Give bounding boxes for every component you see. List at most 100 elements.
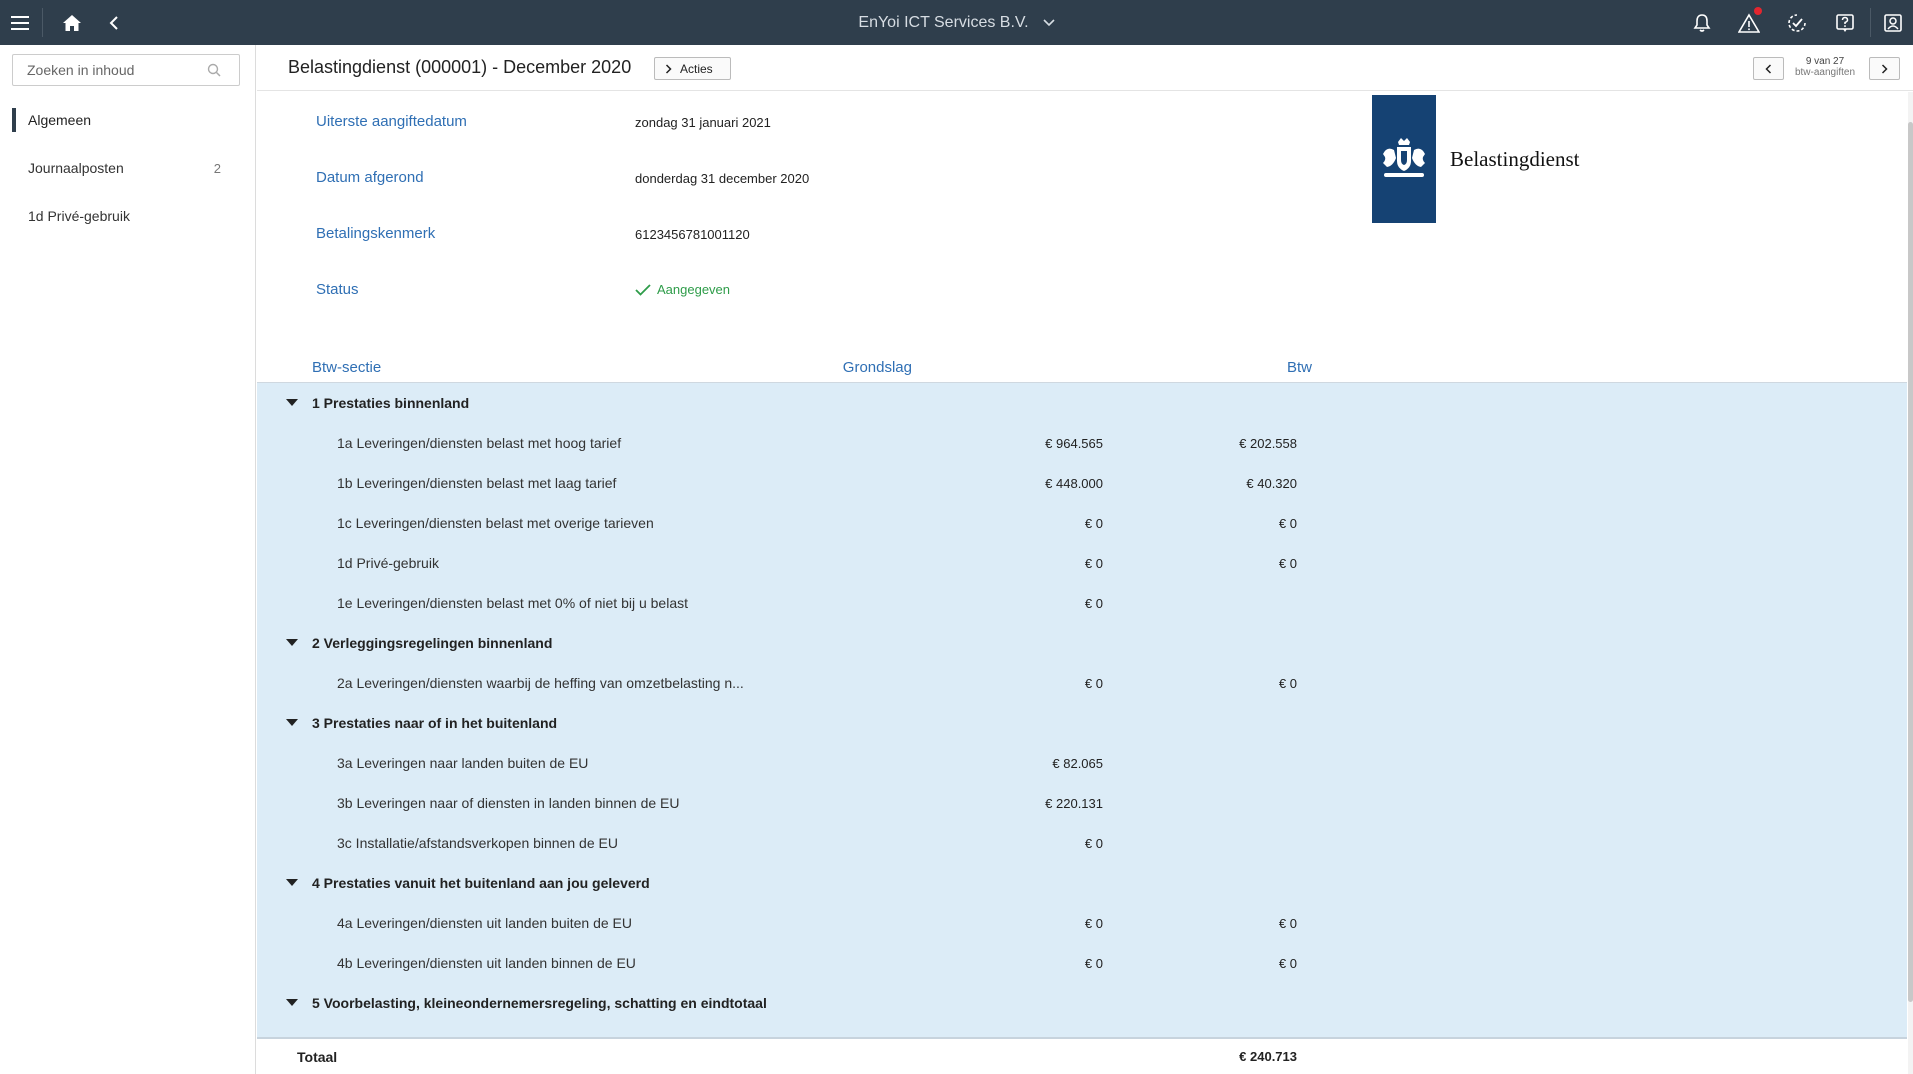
row-grondslag: € 0	[1084, 915, 1103, 931]
chevron-right-icon	[1881, 63, 1888, 74]
row-btw: € 0	[1278, 675, 1297, 691]
search-icon[interactable]	[207, 63, 221, 80]
section-row[interactable]: 2 Verleggingsregelingen binnenland	[257, 623, 1907, 663]
row-grondslag: € 0	[1084, 595, 1103, 611]
section-title: 3 Prestaties naar of in het buitenland	[312, 715, 558, 731]
sidebar-item-label: Algemeen	[28, 112, 92, 128]
checkmark-icon	[635, 283, 651, 296]
sidebar-item-label: Journaalposten	[28, 160, 124, 176]
row-label: 1d Privé-gebruik	[337, 555, 439, 571]
scrollbar-thumb[interactable]	[1908, 122, 1913, 1002]
pager-type: btw-aangiften	[1794, 67, 1856, 78]
total-label: Totaal	[297, 1048, 338, 1065]
table-row[interactable]: 1a Leveringen/diensten belast met hoog t…	[257, 423, 1907, 463]
table-row[interactable]: 2a Leveringen/diensten waarbij de heffin…	[257, 663, 1907, 703]
row-grondslag: € 0	[1084, 675, 1103, 691]
field-label-completed: Datum afgerond	[316, 169, 424, 186]
section-row[interactable]: 1 Prestaties binnenland	[257, 383, 1907, 423]
row-grondslag: € 220.131	[1045, 795, 1103, 811]
section-title: 1 Prestaties binnenland	[312, 395, 470, 411]
total-btw: € 240.713	[1239, 1049, 1297, 1064]
section-row[interactable]: 4 Prestaties vanuit het buitenland aan j…	[257, 863, 1907, 903]
coat-of-arms-icon	[1372, 95, 1436, 223]
caret-down-icon[interactable]	[286, 719, 298, 726]
row-grondslag: € 82.065	[1052, 755, 1103, 771]
field-label-deadline: Uiterste aangiftedatum	[316, 113, 467, 130]
row-grondslag: € 0	[1084, 955, 1103, 971]
row-btw: € 0	[1278, 915, 1297, 931]
total-row: Totaal € 240.713	[257, 1039, 1907, 1074]
pager-status: 9 van 27 btw-aangiften	[1785, 56, 1865, 78]
row-label: 1e Leveringen/diensten belast met 0% of …	[337, 595, 689, 611]
row-label: 4b Leveringen/diensten uit landen binnen…	[337, 955, 636, 971]
sidebar-item-algemeen[interactable]: Algemeen	[0, 100, 255, 140]
company-name: EnYoi ICT Services B.V.	[858, 13, 1029, 31]
row-label: 2a Leveringen/diensten waarbij de heffin…	[337, 675, 744, 691]
sidebar: Algemeen Journaalposten 2 1d Privé-gebru…	[0, 45, 256, 1074]
notification-dot	[1754, 7, 1762, 15]
sidebar-item-journaalposten[interactable]: Journaalposten 2	[0, 148, 255, 188]
search-input[interactable]	[27, 62, 197, 78]
row-grondslag: € 964.565	[1045, 435, 1103, 451]
field-value-deadline: zondag 31 januari 2021	[635, 115, 771, 130]
row-label: 1c Leveringen/diensten belast met overig…	[337, 515, 654, 531]
row-label: 3b Leveringen naar of diensten in landen…	[337, 795, 680, 811]
acties-button[interactable]: Acties	[654, 57, 731, 80]
caret-down-icon[interactable]	[286, 399, 298, 406]
section-title: 4 Prestaties vanuit het buitenland aan j…	[312, 875, 650, 891]
sidebar-item-label: 1d Privé-gebruik	[28, 208, 130, 224]
acties-label: Acties	[680, 61, 713, 76]
logo-text: Belastingdienst	[1450, 146, 1580, 171]
top-bar: EnYoi ICT Services B.V.	[0, 0, 1913, 45]
caret-down-icon[interactable]	[286, 999, 298, 1006]
row-btw: € 202.558	[1239, 435, 1297, 451]
chevron-left-icon	[1765, 63, 1772, 74]
sidebar-item-prive-gebruik[interactable]: 1d Privé-gebruik	[0, 196, 255, 236]
table-row[interactable]: 4b Leveringen/diensten uit landen binnen…	[257, 943, 1907, 983]
menu-icon[interactable]	[0, 0, 40, 45]
row-label: 4a Leveringen/diensten uit landen buiten…	[337, 915, 632, 931]
topbar-divider	[42, 8, 43, 37]
row-label: 3c Installatie/afstandsverkopen binnen d…	[337, 835, 618, 851]
table-row[interactable]: 4a Leveringen/diensten uit landen buiten…	[257, 903, 1907, 943]
help-icon[interactable]	[1828, 0, 1862, 45]
warning-icon[interactable]	[1732, 0, 1766, 45]
section-row[interactable]: 3 Prestaties naar of in het buitenland	[257, 703, 1907, 743]
row-grondslag: € 448.000	[1045, 475, 1103, 491]
table-row[interactable]: 1b Leveringen/diensten belast met laag t…	[257, 463, 1907, 503]
page-header: Belastingdienst (000001) - December 2020…	[257, 45, 1913, 91]
user-icon[interactable]	[1874, 0, 1912, 45]
row-label: 3a Leveringen naar landen buiten de EU	[337, 755, 589, 771]
status-value: Aangegeven	[635, 282, 730, 297]
company-switcher-area: EnYoi ICT Services B.V.	[0, 0, 1913, 45]
column-header-btw-sectie[interactable]: Btw-sectie	[312, 359, 381, 376]
row-grondslag: € 0	[1084, 555, 1103, 571]
back-icon[interactable]	[98, 0, 130, 45]
scrollbar[interactable]	[1908, 92, 1913, 1074]
search-box	[12, 54, 240, 86]
belastingdienst-logo: Belastingdienst	[1372, 95, 1580, 223]
column-header-btw[interactable]: Btw	[877, 359, 1312, 376]
caret-down-icon[interactable]	[286, 639, 298, 646]
row-btw: € 0	[1278, 515, 1297, 531]
table-row[interactable]: 3a Leveringen naar landen buiten de EU €…	[257, 743, 1907, 783]
company-switcher[interactable]: EnYoi ICT Services B.V.	[858, 13, 1055, 32]
table-row[interactable]: 1e Leveringen/diensten belast met 0% of …	[257, 583, 1907, 623]
next-button[interactable]	[1869, 57, 1900, 80]
field-value-completed: donderdag 31 december 2020	[635, 171, 810, 186]
section-title: 2 Verleggingsregelingen binnenland	[312, 635, 553, 651]
table-row[interactable]: 3c Installatie/afstandsverkopen binnen d…	[257, 823, 1907, 863]
previous-button[interactable]	[1753, 57, 1784, 80]
row-btw: € 0	[1278, 555, 1297, 571]
bell-icon[interactable]	[1686, 0, 1718, 45]
section-title: 5 Voorbelasting, kleineondernemersregeli…	[312, 995, 767, 1011]
caret-down-icon[interactable]	[286, 879, 298, 886]
row-grondslag: € 0	[1084, 835, 1103, 851]
section-row[interactable]: 5 Voorbelasting, kleineondernemersregeli…	[257, 983, 1907, 1023]
sidebar-item-count: 2	[213, 160, 221, 176]
table-row[interactable]: 1d Privé-gebruik € 0 € 0	[257, 543, 1907, 583]
home-icon[interactable]	[52, 0, 92, 45]
check-circle-icon[interactable]	[1780, 0, 1814, 45]
table-row[interactable]: 3b Leveringen naar of diensten in landen…	[257, 783, 1907, 823]
table-row[interactable]: 1c Leveringen/diensten belast met overig…	[257, 503, 1907, 543]
